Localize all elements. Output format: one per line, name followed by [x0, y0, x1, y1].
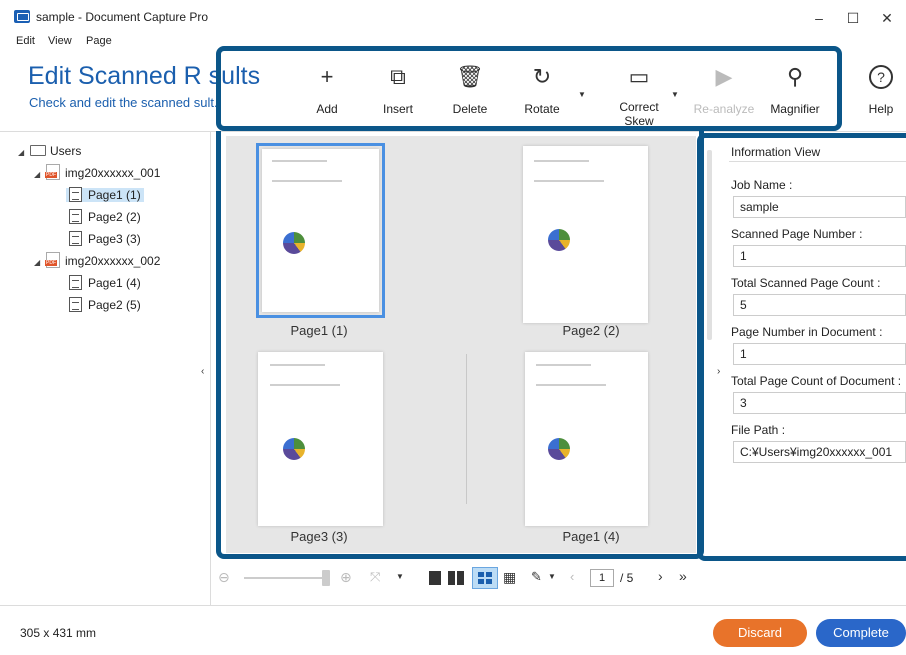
page-icon	[69, 297, 82, 312]
tree-page-item[interactable]: Page2 (2)	[18, 206, 208, 228]
app-icon	[14, 10, 30, 23]
page-number-field: 1	[733, 343, 906, 365]
page-icon	[69, 209, 82, 224]
two-page-icon[interactable]	[448, 571, 455, 585]
discard-button[interactable]: Discard	[713, 619, 807, 647]
page-number-input[interactable]: 1	[590, 569, 614, 587]
file-path-label: File Path :	[731, 423, 786, 437]
tree-divider	[210, 131, 211, 606]
two-page-icon-part	[457, 571, 464, 585]
tree-root[interactable]: ◢ Users	[18, 140, 208, 162]
menu-page[interactable]: Page	[86, 35, 112, 47]
zoom-slider-track[interactable]	[244, 577, 326, 579]
folder-icon	[30, 145, 46, 156]
page-subtitle: Check and edit the scanned sult.	[29, 95, 218, 110]
grid-cell	[486, 579, 492, 584]
file-path-field: C:¥Users¥img20xxxxxx_001	[733, 441, 906, 463]
pdf-icon	[45, 164, 60, 180]
menu-view[interactable]: View	[48, 35, 72, 47]
maximize-button[interactable]: ☐	[838, 8, 868, 28]
help-button[interactable]: ? Help	[850, 62, 906, 116]
single-page-icon[interactable]	[429, 571, 441, 585]
pdf-icon	[45, 252, 60, 268]
page-total: / 5	[620, 571, 634, 585]
scanned-page-label: Scanned Page Number :	[731, 227, 863, 241]
total-page-count-label: Total Page Count of Document :	[731, 374, 902, 388]
tree-page-item[interactable]: Page3 (3)	[18, 228, 208, 250]
tree-page-item[interactable]: Page1 (1)	[18, 184, 208, 206]
page-icon	[69, 187, 82, 202]
edit-icon[interactable]: ✎	[531, 569, 542, 585]
last-page-icon[interactable]: »	[679, 568, 687, 584]
info-heading: Information View	[731, 145, 821, 159]
page-size-status: 305 x 431 mm	[20, 626, 97, 640]
page-number-label: Page Number in Document :	[731, 325, 883, 339]
minimize-button[interactable]: –	[804, 8, 834, 28]
grid-cell	[478, 572, 484, 577]
help-icon: ?	[869, 65, 893, 89]
close-button[interactable]: ✕	[872, 8, 902, 28]
tree-page-item[interactable]: Page2 (5)	[18, 294, 208, 316]
status-divider	[0, 605, 906, 606]
grid-cell	[486, 572, 492, 577]
grid-view-button[interactable]	[472, 567, 498, 589]
menu-edit[interactable]: Edit	[16, 35, 35, 47]
zoom-in-icon[interactable]: ⊕	[340, 569, 352, 585]
thumbnail-highlight	[216, 131, 704, 559]
collapse-tree-icon[interactable]: ‹	[201, 366, 204, 377]
info-divider	[729, 161, 906, 162]
scanned-page-field: 1	[733, 245, 906, 267]
toolbar-highlight	[216, 46, 842, 131]
page-icon	[69, 275, 82, 290]
collapse-arrow-icon[interactable]: ◢	[18, 142, 30, 164]
thumbnail-grid-icon[interactable]: ▦	[503, 569, 516, 585]
prev-page-icon[interactable]: ‹	[570, 569, 574, 585]
tree-doc-1[interactable]: ◢img20xxxxxx_001	[18, 162, 208, 184]
fit-icon[interactable]: ⤧	[370, 569, 380, 585]
complete-button[interactable]: Complete	[816, 619, 906, 647]
next-page-icon[interactable]: ›	[658, 568, 663, 584]
zoom-slider-handle[interactable]	[322, 570, 330, 586]
tree-page-item[interactable]: Page1 (4)	[18, 272, 208, 294]
zoom-out-icon[interactable]: ⊖	[218, 569, 230, 585]
fit-dropdown-icon[interactable]: ▼	[396, 572, 404, 581]
page-icon	[69, 231, 82, 246]
total-scanned-label: Total Scanned Page Count :	[731, 276, 881, 290]
job-name-field[interactable]: sample	[733, 196, 906, 218]
total-scanned-field: 5	[733, 294, 906, 316]
window-title: sample - Document Capture Pro	[36, 10, 209, 24]
edit-dropdown-icon[interactable]: ▼	[548, 572, 556, 581]
job-name-label: Job Name :	[731, 178, 793, 192]
grid-cell	[478, 579, 484, 584]
total-page-count-field: 3	[733, 392, 906, 414]
document-tree: ◢Users ◢img20xxxxxx_001 Page1 (1) Page2 …	[18, 140, 208, 316]
tree-doc-2[interactable]: ◢img20xxxxxx_002	[18, 250, 208, 272]
